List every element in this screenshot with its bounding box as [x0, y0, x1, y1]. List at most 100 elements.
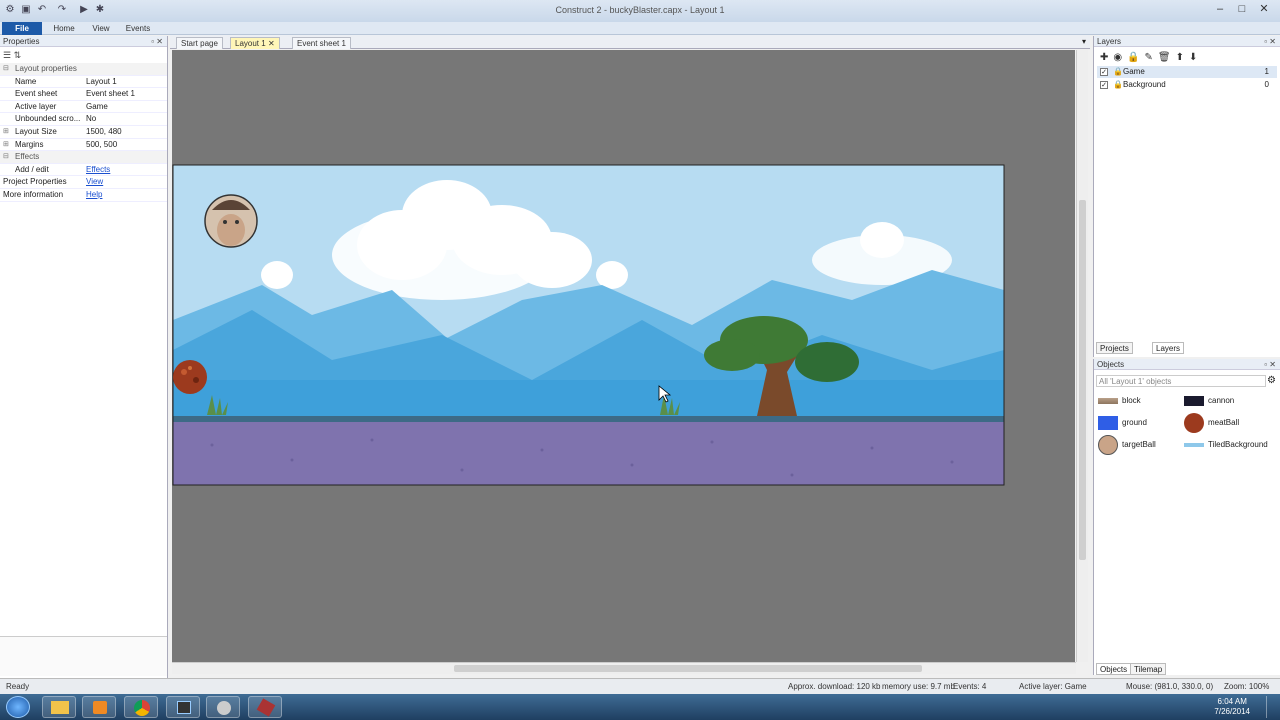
- meatball-sprite[interactable]: [173, 360, 207, 394]
- settings-icon[interactable]: ⚙: [1267, 375, 1276, 386]
- tab-event-sheet-1[interactable]: Event sheet 1: [292, 37, 351, 49]
- vertical-scrollbar[interactable]: [1076, 50, 1088, 662]
- property-row[interactable]: More information Help: [0, 189, 167, 202]
- property-value: Event sheet 1: [86, 89, 135, 99]
- property-value: Layout 1: [86, 76, 117, 86]
- property-key: Layout Size: [15, 127, 57, 136]
- tab-events[interactable]: Events: [120, 22, 156, 35]
- property-row[interactable]: ⊞ Layout Size 1500, 480: [0, 126, 167, 139]
- pin-close-icon[interactable]: ▫ ✕: [151, 36, 163, 47]
- layout-scene: [172, 164, 1005, 486]
- ground: [173, 422, 1004, 485]
- pin-close-icon[interactable]: ▫ ✕: [1264, 36, 1276, 47]
- object-label: meatBall: [1208, 418, 1240, 427]
- property-value: 1500, 480: [86, 127, 122, 136]
- show-desktop-button[interactable]: [1266, 696, 1276, 718]
- layer-index: 0: [1264, 80, 1269, 89]
- close-icon[interactable]: ✕: [1252, 0, 1276, 18]
- tab-start-page[interactable]: Start page: [176, 37, 223, 49]
- tab-objects[interactable]: Objects: [1096, 663, 1132, 675]
- scroll-thumb[interactable]: [454, 665, 922, 672]
- status-mouse: Mouse: (981.0, 330.0, 0): [1126, 682, 1214, 691]
- layer-visible-checkbox[interactable]: ✓: [1100, 68, 1108, 76]
- property-key: Event sheet: [15, 89, 58, 99]
- sort-icon[interactable]: ☰ ⇅: [3, 50, 21, 61]
- property-link[interactable]: Effects: [86, 164, 110, 177]
- lock-icon[interactable]: 🔒: [1113, 79, 1123, 91]
- tab-view[interactable]: View: [86, 22, 116, 35]
- property-key: Name: [15, 76, 37, 86]
- property-row[interactable]: Project Properties View: [0, 176, 167, 189]
- property-category[interactable]: ⊟ Layout properties: [0, 63, 167, 76]
- status-memory: memory use: 9.7 mb: [882, 682, 955, 691]
- scroll-thumb[interactable]: [1079, 200, 1086, 560]
- property-link[interactable]: View: [86, 176, 103, 189]
- maximize-icon[interactable]: □: [1230, 0, 1254, 18]
- minimize-icon[interactable]: –: [1208, 0, 1232, 18]
- property-key: Margins: [15, 139, 44, 149]
- expand-icon[interactable]: ⊟: [3, 151, 9, 164]
- explorer-taskbar-icon[interactable]: [42, 696, 76, 718]
- chrome-taskbar-icon[interactable]: [124, 696, 158, 718]
- objects-filter[interactable]: All 'Layout 1' objects: [1096, 375, 1266, 387]
- taskbar-clock[interactable]: 6:04 AM 7/26/2014: [1214, 697, 1250, 717]
- targetball-sprite[interactable]: [204, 194, 258, 248]
- chevron-down-icon[interactable]: ▾: [1082, 37, 1086, 46]
- layer-row-game[interactable]: ✓ 🔒 Game 1: [1097, 66, 1277, 78]
- objects-header: Objects ▫ ✕: [1094, 359, 1280, 370]
- layout-view[interactable]: [172, 50, 1075, 662]
- start-button[interactable]: [6, 696, 30, 718]
- block-icon: [1098, 398, 1118, 404]
- expand-icon[interactable]: ⊟: [3, 63, 9, 76]
- targetball-icon: [1098, 435, 1118, 455]
- expand-icon[interactable]: ⊞: [3, 126, 9, 139]
- horizon: [173, 380, 1004, 420]
- property-category[interactable]: ⊟ Effects: [0, 151, 167, 164]
- close-icon[interactable]: ✕: [268, 39, 275, 48]
- tab-home[interactable]: Home: [46, 22, 82, 35]
- horizontal-scrollbar[interactable]: [172, 662, 1076, 674]
- status-download: Approx. download: 120 kb: [788, 682, 881, 691]
- media-player-taskbar-icon[interactable]: [82, 696, 116, 718]
- tab-layout-1[interactable]: Layout 1 ✕: [230, 37, 280, 49]
- cannon-icon: [1184, 396, 1204, 406]
- tab-projects[interactable]: Projects: [1096, 342, 1133, 354]
- tab-label: Event sheet 1: [297, 39, 346, 48]
- property-row[interactable]: Add / edit Effects: [0, 164, 167, 177]
- expand-icon[interactable]: ⊞: [3, 139, 9, 152]
- property-key: Effects: [15, 152, 40, 162]
- property-row[interactable]: Active layer Game: [0, 101, 167, 114]
- property-description: [0, 636, 167, 676]
- app-taskbar-icon[interactable]: [248, 696, 282, 718]
- layer-toolbar[interactable]: ✚◉🔒✎🗑⬆⬇: [1100, 52, 1202, 63]
- property-row[interactable]: ⊞ Margins 500, 500: [0, 139, 167, 152]
- layer-row-background[interactable]: ✓ 🔒 Background 0: [1097, 79, 1277, 91]
- property-row[interactable]: Event sheet Event sheet 1: [0, 88, 167, 101]
- property-row[interactable]: Name Layout 1: [0, 76, 167, 89]
- property-row[interactable]: Unbounded scro... No: [0, 113, 167, 126]
- object-label: cannon: [1208, 396, 1235, 405]
- property-key: Active layer: [15, 101, 57, 111]
- tab-file[interactable]: File: [2, 22, 42, 35]
- ground-icon: [1098, 416, 1118, 430]
- settings-taskbar-icon[interactable]: [206, 696, 240, 718]
- layer-name: Game: [1123, 67, 1145, 76]
- construct-taskbar-icon[interactable]: [166, 696, 200, 718]
- status-events: Events: 4: [953, 682, 987, 691]
- layers-panel: Layers ▫ ✕ ✚◉🔒✎🗑⬆⬇ ✓ 🔒 Game 1 ✓ 🔒 Backgr…: [1093, 36, 1280, 357]
- ribbon-tabs: File Home View Events: [0, 22, 1280, 35]
- properties-title: Properties: [3, 37, 40, 46]
- tab-layers[interactable]: Layers: [1152, 342, 1185, 354]
- property-key: Project Properties: [3, 177, 67, 187]
- document-tabs: Start page Layout 1 ✕ Event sheet 1 ▾: [170, 35, 1090, 49]
- tab-tilemap[interactable]: Tilemap: [1130, 663, 1167, 675]
- status-active-layer: Active layer: Game: [1019, 682, 1087, 691]
- property-value: Game: [86, 101, 108, 111]
- pin-close-icon[interactable]: ▫ ✕: [1264, 359, 1276, 370]
- layer-visible-checkbox[interactable]: ✓: [1100, 81, 1108, 89]
- lock-icon[interactable]: 🔒: [1113, 66, 1123, 78]
- layers-title: Layers: [1097, 37, 1122, 46]
- object-label: TiledBackground: [1208, 440, 1268, 449]
- property-link[interactable]: Help: [86, 189, 102, 202]
- status-ready: Ready: [6, 682, 30, 691]
